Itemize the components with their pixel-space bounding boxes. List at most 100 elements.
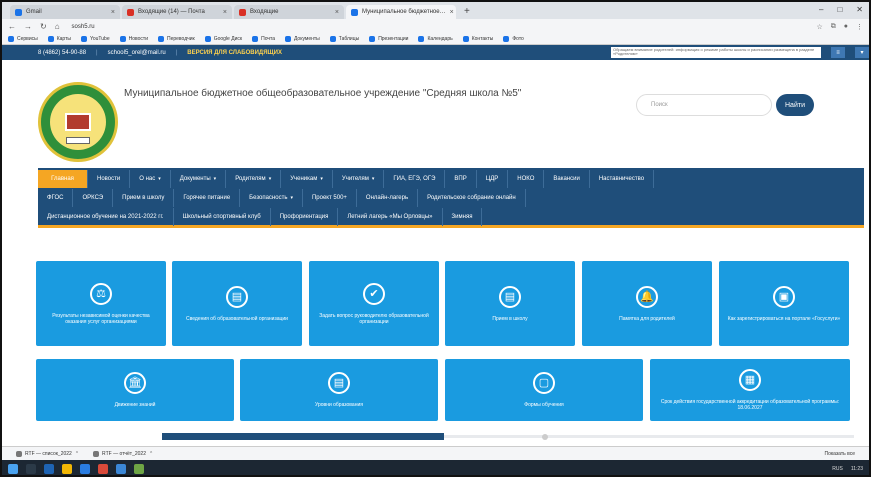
download-item[interactable]: RTF — отчёт_2022 ⌃ (93, 450, 153, 457)
bookmark-item[interactable]: Почта (252, 36, 275, 42)
quick-link-tile[interactable]: ▤ Сведения об образовательной организации (172, 261, 302, 346)
start-button[interactable] (8, 463, 18, 474)
download-item[interactable]: RTF — список_2022 ⌃ (16, 450, 79, 457)
nav-item-label: ВПР (454, 176, 467, 182)
nav-item[interactable]: Прием в школу (113, 189, 175, 207)
quick-link-tile[interactable]: ▢ Формы обучения (445, 359, 643, 421)
bookmark-item[interactable]: Фото (503, 36, 524, 42)
bookmark-item[interactable]: Презентации (369, 36, 408, 42)
quick-link-tile[interactable]: ▦ Срок действия государственной аккредита… (650, 359, 850, 421)
browser-tab[interactable]: Муниципальное бюджетное… × (346, 5, 456, 19)
quick-link-tile[interactable]: ▣ Как зарегистрироваться на портале «Госу… (719, 261, 849, 346)
quick-link-tile[interactable]: ⚖ Результаты независимой оценки качества … (36, 261, 166, 346)
quick-link-tile[interactable]: ✔ Задать вопрос руководителю образователь… (309, 261, 439, 346)
slider-dot[interactable] (542, 434, 548, 440)
bookmark-item[interactable]: Переводчик (157, 36, 195, 42)
maximize-button[interactable]: □ (837, 5, 842, 14)
bookmark-item[interactable]: YouTube (80, 36, 110, 42)
search-input[interactable]: Поиск (636, 94, 772, 116)
bookmark-item[interactable]: Карты (47, 36, 71, 42)
menu-toggle-icon[interactable]: ≡ (831, 47, 845, 58)
mail-icon[interactable] (80, 463, 90, 474)
nav-item[interactable]: Зимняя (443, 208, 483, 226)
file-explorer-icon[interactable] (62, 463, 72, 474)
email-link[interactable]: school5_orel@mail.ru (108, 50, 166, 56)
slider-progress[interactable] (162, 433, 444, 440)
home-icon[interactable]: ⌂ (55, 22, 60, 31)
search-button[interactable]: Найти (776, 94, 814, 116)
tab-label: Входящие (250, 9, 279, 15)
nav-item[interactable]: Главная (38, 170, 88, 188)
nav-item[interactable]: Безопасность ▾ (240, 189, 303, 207)
nav-item[interactable]: Школьный спортивный клуб (174, 208, 271, 226)
quick-link-tile[interactable]: ▤ Уровни образования (240, 359, 438, 421)
new-tab-button[interactable]: + (464, 6, 470, 17)
bookmark-item[interactable]: Контакты (462, 36, 493, 42)
quick-link-tile[interactable]: 🔔 Памятка для родителей (582, 261, 712, 346)
nav-item[interactable]: Наставничество (590, 170, 655, 188)
nav-item[interactable]: Родителям ▾ (226, 170, 282, 188)
nav-item[interactable]: НОКО (508, 170, 545, 188)
browser-tab[interactable]: Входящие × (234, 5, 344, 19)
nav-item[interactable]: ВПР (445, 170, 477, 188)
school-logo[interactable] (38, 82, 118, 162)
task-view-icon[interactable] (44, 463, 54, 474)
bookmark-item[interactable]: Новости (119, 36, 148, 42)
nav-item[interactable]: Документы ▾ (171, 170, 227, 188)
close-tab-icon[interactable]: × (335, 9, 339, 16)
extensions-icon[interactable]: ⧉ (831, 23, 836, 31)
nav-item[interactable]: Летний лагерь «Мы Орловцы» (338, 208, 443, 226)
bookmark-favicon-icon (80, 36, 87, 42)
nav-item[interactable]: Дистанционное обучение на 2021-2022 гг. (38, 208, 174, 226)
minimize-button[interactable]: – (819, 5, 823, 14)
nav-item[interactable]: ФГОС (38, 189, 74, 207)
nav-item[interactable]: Профориентация (271, 208, 339, 226)
visually-impaired-version-link[interactable]: ВЕРСИЯ ДЛЯ СЛАБОВИДЯЩИХ (187, 50, 282, 56)
nav-item[interactable]: Проект 500+ (303, 189, 357, 207)
quick-link-tile[interactable]: ▤ Прием в школу (445, 261, 575, 346)
user-icon[interactable]: ▾ (855, 47, 869, 58)
menu-icon[interactable]: ⋮ (856, 23, 863, 31)
word-icon[interactable] (116, 463, 126, 474)
bookmark-item[interactable]: Календарь (418, 36, 453, 42)
profile-icon[interactable]: ● (844, 23, 848, 31)
nav-item[interactable]: Вакансии (544, 170, 590, 188)
back-icon[interactable]: ← (8, 22, 16, 31)
forward-icon[interactable]: → (24, 22, 32, 31)
close-tab-icon[interactable]: × (111, 9, 115, 16)
bookmark-item[interactable]: Таблицы (329, 36, 359, 42)
bookmark-item[interactable]: Сервисы (8, 36, 38, 42)
nav-item[interactable]: Горячее питание (174, 189, 241, 207)
browser-tab[interactable]: Входящие (14) — Почта × (122, 5, 232, 19)
slider-track[interactable] (444, 435, 854, 438)
nav-item[interactable]: ОРКСЭ (73, 189, 114, 207)
bookmark-item[interactable]: Google Диск (204, 36, 242, 42)
language-indicator[interactable]: RUS (832, 466, 843, 472)
nav-item[interactable]: О нас ▾ (130, 170, 171, 188)
chevron-up-icon[interactable]: ⌃ (75, 451, 79, 457)
url-field[interactable]: sosh5.ru (68, 22, 668, 32)
app-icon[interactable] (134, 463, 144, 474)
clock[interactable]: 11:23 (851, 466, 863, 472)
nav-item[interactable]: Ученикам ▾ (281, 170, 333, 188)
chevron-up-icon[interactable]: ⌃ (149, 451, 153, 457)
show-all-downloads-link[interactable]: Показать все (824, 451, 855, 457)
chrome-icon[interactable] (98, 463, 108, 474)
phone-number[interactable]: 8 (4862) 54-90-88 (38, 50, 86, 56)
nav-item[interactable]: Родительское собрание онлайн (418, 189, 526, 207)
close-window-button[interactable]: ✕ (856, 5, 863, 14)
close-tab-icon[interactable]: × (223, 9, 227, 16)
nav-item[interactable]: ГИА, ЕГЭ, ОГЭ (384, 170, 446, 188)
bookmark-star-icon[interactable]: ☆ (816, 23, 822, 31)
search-icon[interactable] (26, 463, 36, 474)
nav-item[interactable]: Новости (88, 170, 131, 188)
nav-item[interactable]: Онлайн-лагерь (357, 189, 419, 207)
nav-item[interactable]: Учителям ▾ (333, 170, 385, 188)
close-tab-icon[interactable]: × (450, 9, 454, 16)
quick-link-tile[interactable]: 🏛 Движение знаний (36, 359, 234, 421)
reload-icon[interactable]: ↻ (40, 22, 47, 31)
browser-tab[interactable]: Gmail × (10, 5, 120, 19)
bookmark-item[interactable]: Документы (284, 36, 320, 42)
bookmark-favicon-icon (8, 36, 14, 42)
nav-item[interactable]: ЦДР (477, 170, 509, 188)
